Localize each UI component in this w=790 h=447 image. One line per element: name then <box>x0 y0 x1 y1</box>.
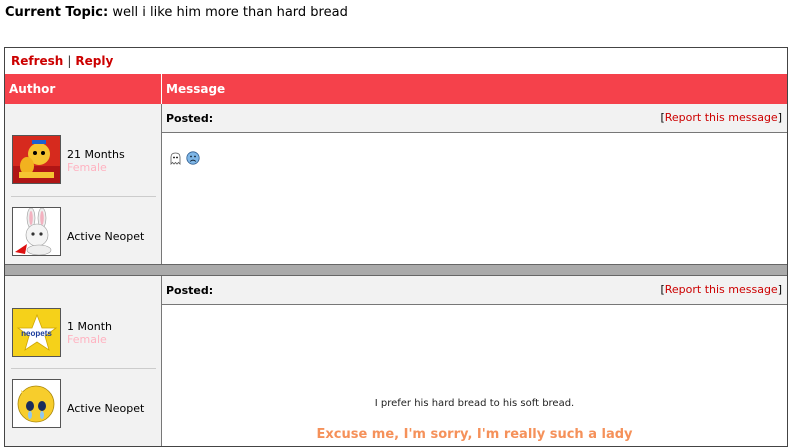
reply-link[interactable]: Reply <box>75 54 113 68</box>
topic-title: well i like him more than hard bread <box>112 5 348 20</box>
author-divider <box>11 368 156 369</box>
message-board: Refresh |Reply Author Message 21 Months <box>4 47 788 447</box>
white-bunny-pet-icon <box>13 208 60 255</box>
message-panel: Posted: [Report this message] I prefer h… <box>162 276 787 446</box>
report-bracket-close: ] <box>777 111 782 124</box>
toolbar-separator: | <box>67 54 72 68</box>
posted-label: Posted: <box>166 112 214 125</box>
author-meta: 21 Months Female <box>67 148 125 174</box>
report-message-link[interactable]: Report this message <box>665 111 778 124</box>
pet-status: Active Neopet <box>67 402 145 415</box>
account-age: 1 Month <box>67 320 112 333</box>
current-topic: Current Topic: well i like him more than… <box>5 5 348 20</box>
message-column-header: Message <box>162 74 787 104</box>
posted-bar: Posted: [Report this message] <box>162 276 787 305</box>
refresh-link[interactable]: Refresh <box>11 54 63 68</box>
report-message-link[interactable]: Report this message <box>665 283 778 296</box>
posted-label: Posted: <box>166 284 214 297</box>
user-avatar[interactable]: neopets <box>12 308 61 357</box>
user-gender: Female <box>67 333 107 346</box>
neopets-star-avatar-icon: neopets <box>13 309 60 356</box>
yellow-creature-avatar-icon <box>13 136 60 183</box>
author-panel: neopets 1 Month Female Active Neopet <box>5 276 162 446</box>
report-message: [Report this message] <box>660 283 782 296</box>
message-text: I prefer his hard bread to his soft brea… <box>374 398 575 409</box>
pet-status: Active Neopet <box>67 230 145 243</box>
emote-list <box>169 151 200 168</box>
user-gender: Female <box>67 161 107 174</box>
post-row: 21 Months Female Active Neopet Posted: [… <box>5 104 787 264</box>
author-meta: 1 Month Female <box>67 320 112 346</box>
user-avatar[interactable] <box>12 135 61 184</box>
author-panel: 21 Months Female Active Neopet <box>5 104 162 264</box>
pet-image[interactable] <box>12 207 61 256</box>
ghost-emote-icon <box>170 152 181 165</box>
topic-label: Current Topic: <box>5 5 109 20</box>
sad-face-emote-icon <box>186 151 200 165</box>
message-panel: Posted: [Report this message] <box>162 104 787 264</box>
report-bracket-close: ] <box>777 283 782 296</box>
post-row: neopets 1 Month Female Active Neopet Pos… <box>5 276 787 446</box>
author-column-header: Author <box>5 74 162 104</box>
account-age: 21 Months <box>67 148 125 161</box>
svg-text:neopets: neopets <box>21 329 52 338</box>
report-message: [Report this message] <box>660 111 782 124</box>
posted-bar: Posted: [Report this message] <box>162 104 787 133</box>
post-separator <box>5 264 787 276</box>
pet-image[interactable] <box>12 379 61 428</box>
author-divider <box>11 196 156 197</box>
crying-yellow-pet-icon <box>13 380 60 427</box>
board-toolbar: Refresh | Reply <box>5 48 787 75</box>
